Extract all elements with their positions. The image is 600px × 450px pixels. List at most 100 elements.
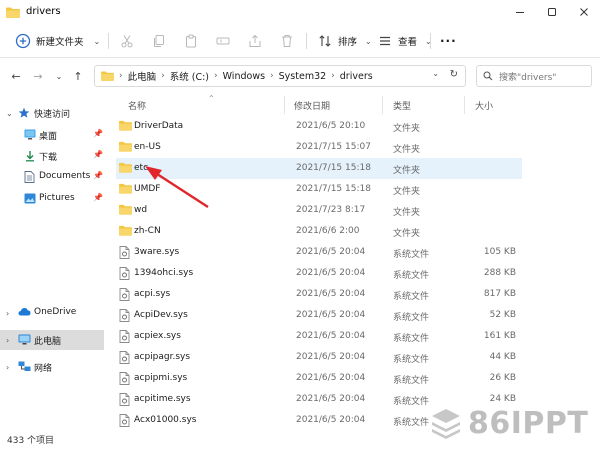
sidebar-item-desktop[interactable]: 桌面 📌	[0, 125, 104, 145]
maximize-button[interactable]	[536, 0, 568, 24]
refresh-button[interactable]: ↻	[450, 69, 458, 80]
file-row[interactable]: acpi.sys 2021/6/5 20:04 系统文件 817 KB	[116, 284, 522, 305]
minimize-button[interactable]	[504, 0, 536, 24]
folder-icon	[119, 162, 132, 173]
network-icon	[18, 361, 31, 371]
recent-locations-button[interactable]: ⌄	[51, 68, 67, 84]
sidebar-item-label: 快速访问	[34, 110, 71, 120]
file-date: 2021/7/23 8:17	[296, 205, 366, 215]
sidebar-item-quick-access[interactable]: ⌄ 快速访问	[0, 103, 104, 123]
file-date: 2021/6/5 20:04	[296, 289, 366, 299]
column-divider[interactable]	[382, 96, 383, 114]
breadcrumb-system32[interactable]: System32	[279, 71, 327, 82]
back-button[interactable]: ←	[8, 68, 24, 84]
file-date: 2021/7/15 15:18	[296, 184, 371, 194]
system-file-icon	[119, 393, 130, 406]
file-row[interactable]: 3ware.sys 2021/6/5 20:04 系统文件 105 KB	[116, 242, 522, 263]
file-size: 105 KB	[483, 247, 516, 257]
sidebar-item-label: 网络	[34, 364, 53, 374]
file-size: 24 KB	[489, 394, 516, 404]
sidebar-item-downloads[interactable]: 下载 📌	[0, 146, 104, 166]
sidebar-item-this-pc[interactable]: › 此电脑	[0, 330, 104, 350]
system-file-icon	[119, 351, 130, 364]
sidebar-item-network[interactable]: › 网络	[0, 357, 104, 377]
column-header-size[interactable]: 大小	[475, 94, 493, 116]
sidebar-item-pictures[interactable]: Pictures 📌	[0, 189, 104, 209]
file-size: 817 KB	[483, 289, 516, 299]
new-folder-button[interactable]: 新建文件夹 ⌄	[14, 24, 100, 58]
address-row: ← → ⌄ ↑ › 此电脑 › 系统 (C:) › Windows › Syst…	[0, 58, 600, 94]
desktop-icon	[24, 129, 36, 140]
file-name: zh-CN	[134, 226, 161, 236]
column-header-type[interactable]: 类型	[393, 94, 411, 116]
up-button[interactable]: ↑	[70, 68, 86, 84]
file-size: 161 KB	[483, 331, 516, 341]
file-date: 2021/6/6 2:00	[296, 226, 360, 236]
breadcrumb-this-pc[interactable]: 此电脑	[128, 69, 157, 83]
file-size: 52 KB	[489, 310, 516, 320]
file-size: 44 KB	[489, 352, 516, 362]
file-row[interactable]: acpipmi.sys 2021/6/5 20:04 系统文件 26 KB	[116, 368, 522, 389]
file-row[interactable]: UMDF 2021/7/15 15:18 文件夹	[116, 179, 522, 200]
file-row[interactable]: DriverData 2021/6/5 20:10 文件夹	[116, 116, 522, 137]
sort-button[interactable]: 排序 ⌄	[316, 24, 372, 58]
chevron-right-icon[interactable]: ›	[6, 363, 9, 372]
column-header-date[interactable]: 修改日期	[294, 94, 330, 116]
address-dropdown-button[interactable]: ⌄	[432, 69, 439, 78]
file-name: UMDF	[134, 184, 161, 194]
more-button[interactable]: ···	[440, 24, 457, 58]
chevron-right-icon[interactable]: ›	[6, 309, 9, 318]
breadcrumb-drivers[interactable]: drivers	[340, 71, 373, 82]
view-button[interactable]: 查看 ⌄	[376, 24, 432, 58]
cut-icon	[118, 32, 136, 50]
file-name: acpi.sys	[134, 289, 171, 299]
copy-button[interactable]	[150, 24, 168, 58]
sidebar-item-onedrive[interactable]: › OneDrive	[0, 303, 104, 323]
breadcrumb-c-drive[interactable]: 系统 (C:)	[170, 69, 209, 83]
file-row[interactable]: acpiex.sys 2021/6/5 20:04 系统文件 161 KB	[116, 326, 522, 347]
breadcrumb-windows[interactable]: Windows	[223, 71, 265, 82]
file-row[interactable]: AcpiDev.sys 2021/6/5 20:04 系统文件 52 KB	[116, 305, 522, 326]
file-type: 文件夹	[393, 145, 421, 155]
file-name: acpiex.sys	[134, 331, 181, 341]
file-type: 系统文件	[393, 334, 430, 344]
file-row[interactable]: etc 2021/7/15 15:18 文件夹	[116, 158, 522, 179]
pin-icon: 📌	[93, 193, 103, 202]
chevron-right-icon: ›	[161, 71, 165, 81]
sidebar-item-label: 桌面	[39, 132, 58, 142]
close-button[interactable]	[568, 0, 600, 24]
column-header-name[interactable]: 名称	[128, 94, 146, 116]
sidebar-item-documents[interactable]: Documents 📌	[0, 167, 104, 187]
file-name: Acx01000.sys	[134, 415, 197, 425]
sidebar-item-label: 下载	[39, 153, 58, 163]
paste-button[interactable]	[182, 24, 200, 58]
file-date: 2021/6/5 20:04	[296, 394, 366, 404]
file-row[interactable]: zh-CN 2021/6/6 2:00 文件夹	[116, 221, 522, 242]
forward-button[interactable]: →	[30, 68, 46, 84]
file-date: 2021/6/5 20:04	[296, 268, 366, 278]
rename-button[interactable]	[214, 24, 232, 58]
file-date: 2021/6/5 20:04	[296, 310, 366, 320]
address-bar[interactable]: › 此电脑 › 系统 (C:) › Windows › System32 › d…	[94, 65, 466, 87]
arrow-up-icon: ↑	[73, 69, 83, 83]
file-type: 系统文件	[393, 292, 430, 302]
chevron-right-icon: ›	[331, 71, 335, 81]
chevron-right-icon[interactable]: ›	[6, 336, 9, 345]
column-divider[interactable]	[284, 96, 285, 114]
chevron-down-icon[interactable]: ⌄	[6, 109, 13, 118]
file-row[interactable]: acpipagr.sys 2021/6/5 20:04 系统文件 44 KB	[116, 347, 522, 368]
command-bar: 新建文件夹 ⌄ 排序 ⌄ 查看 ⌄ ···	[0, 24, 600, 58]
delete-button[interactable]	[278, 24, 296, 58]
file-row[interactable]: en-US 2021/7/15 15:07 文件夹	[116, 137, 522, 158]
search-box[interactable]: 搜索"drivers"	[476, 65, 592, 87]
cut-button[interactable]	[118, 24, 136, 58]
column-header-label: 大小	[475, 101, 494, 112]
column-divider[interactable]	[464, 96, 465, 114]
pin-icon: 📌	[93, 171, 103, 180]
chevron-down-icon: ⌄	[55, 71, 63, 81]
file-row[interactable]: 1394ohci.sys 2021/6/5 20:04 系统文件 288 KB	[116, 263, 522, 284]
file-row[interactable]: wd 2021/7/23 8:17 文件夹	[116, 200, 522, 221]
arrow-right-icon: →	[33, 69, 43, 83]
share-button[interactable]	[246, 24, 264, 58]
file-name: acpitime.sys	[134, 394, 191, 404]
